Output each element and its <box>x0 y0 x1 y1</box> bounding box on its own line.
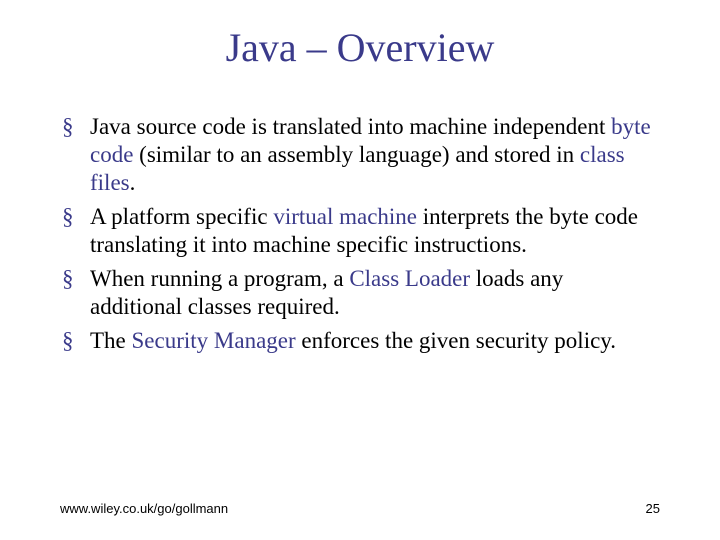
list-item: When running a program, a Class Loader l… <box>62 265 660 321</box>
footer: www.wiley.co.uk/go/gollmann 25 <box>60 501 660 516</box>
text: When running a program, a <box>90 266 349 291</box>
list-item: Java source code is translated into mach… <box>62 113 660 197</box>
text: Java source code is translated into mach… <box>90 114 611 139</box>
term-virtual-machine: virtual machine <box>273 204 417 229</box>
text: . <box>130 170 136 195</box>
footer-url: www.wiley.co.uk/go/gollmann <box>60 501 228 516</box>
text: enforces the given security policy. <box>296 328 616 353</box>
bullet-list: Java source code is translated into mach… <box>62 113 660 355</box>
page-number: 25 <box>646 501 660 516</box>
slide-title: Java – Overview <box>60 24 660 71</box>
list-item: The Security Manager enforces the given … <box>62 327 660 355</box>
text: (similar to an assembly language) and st… <box>133 142 579 167</box>
text: The <box>90 328 132 353</box>
term-class-loader: Class Loader <box>349 266 470 291</box>
text: A platform specific <box>90 204 273 229</box>
term-security-manager: Security Manager <box>132 328 296 353</box>
list-item: A platform specific virtual machine inte… <box>62 203 660 259</box>
slide: Java – Overview Java source code is tran… <box>0 0 720 540</box>
